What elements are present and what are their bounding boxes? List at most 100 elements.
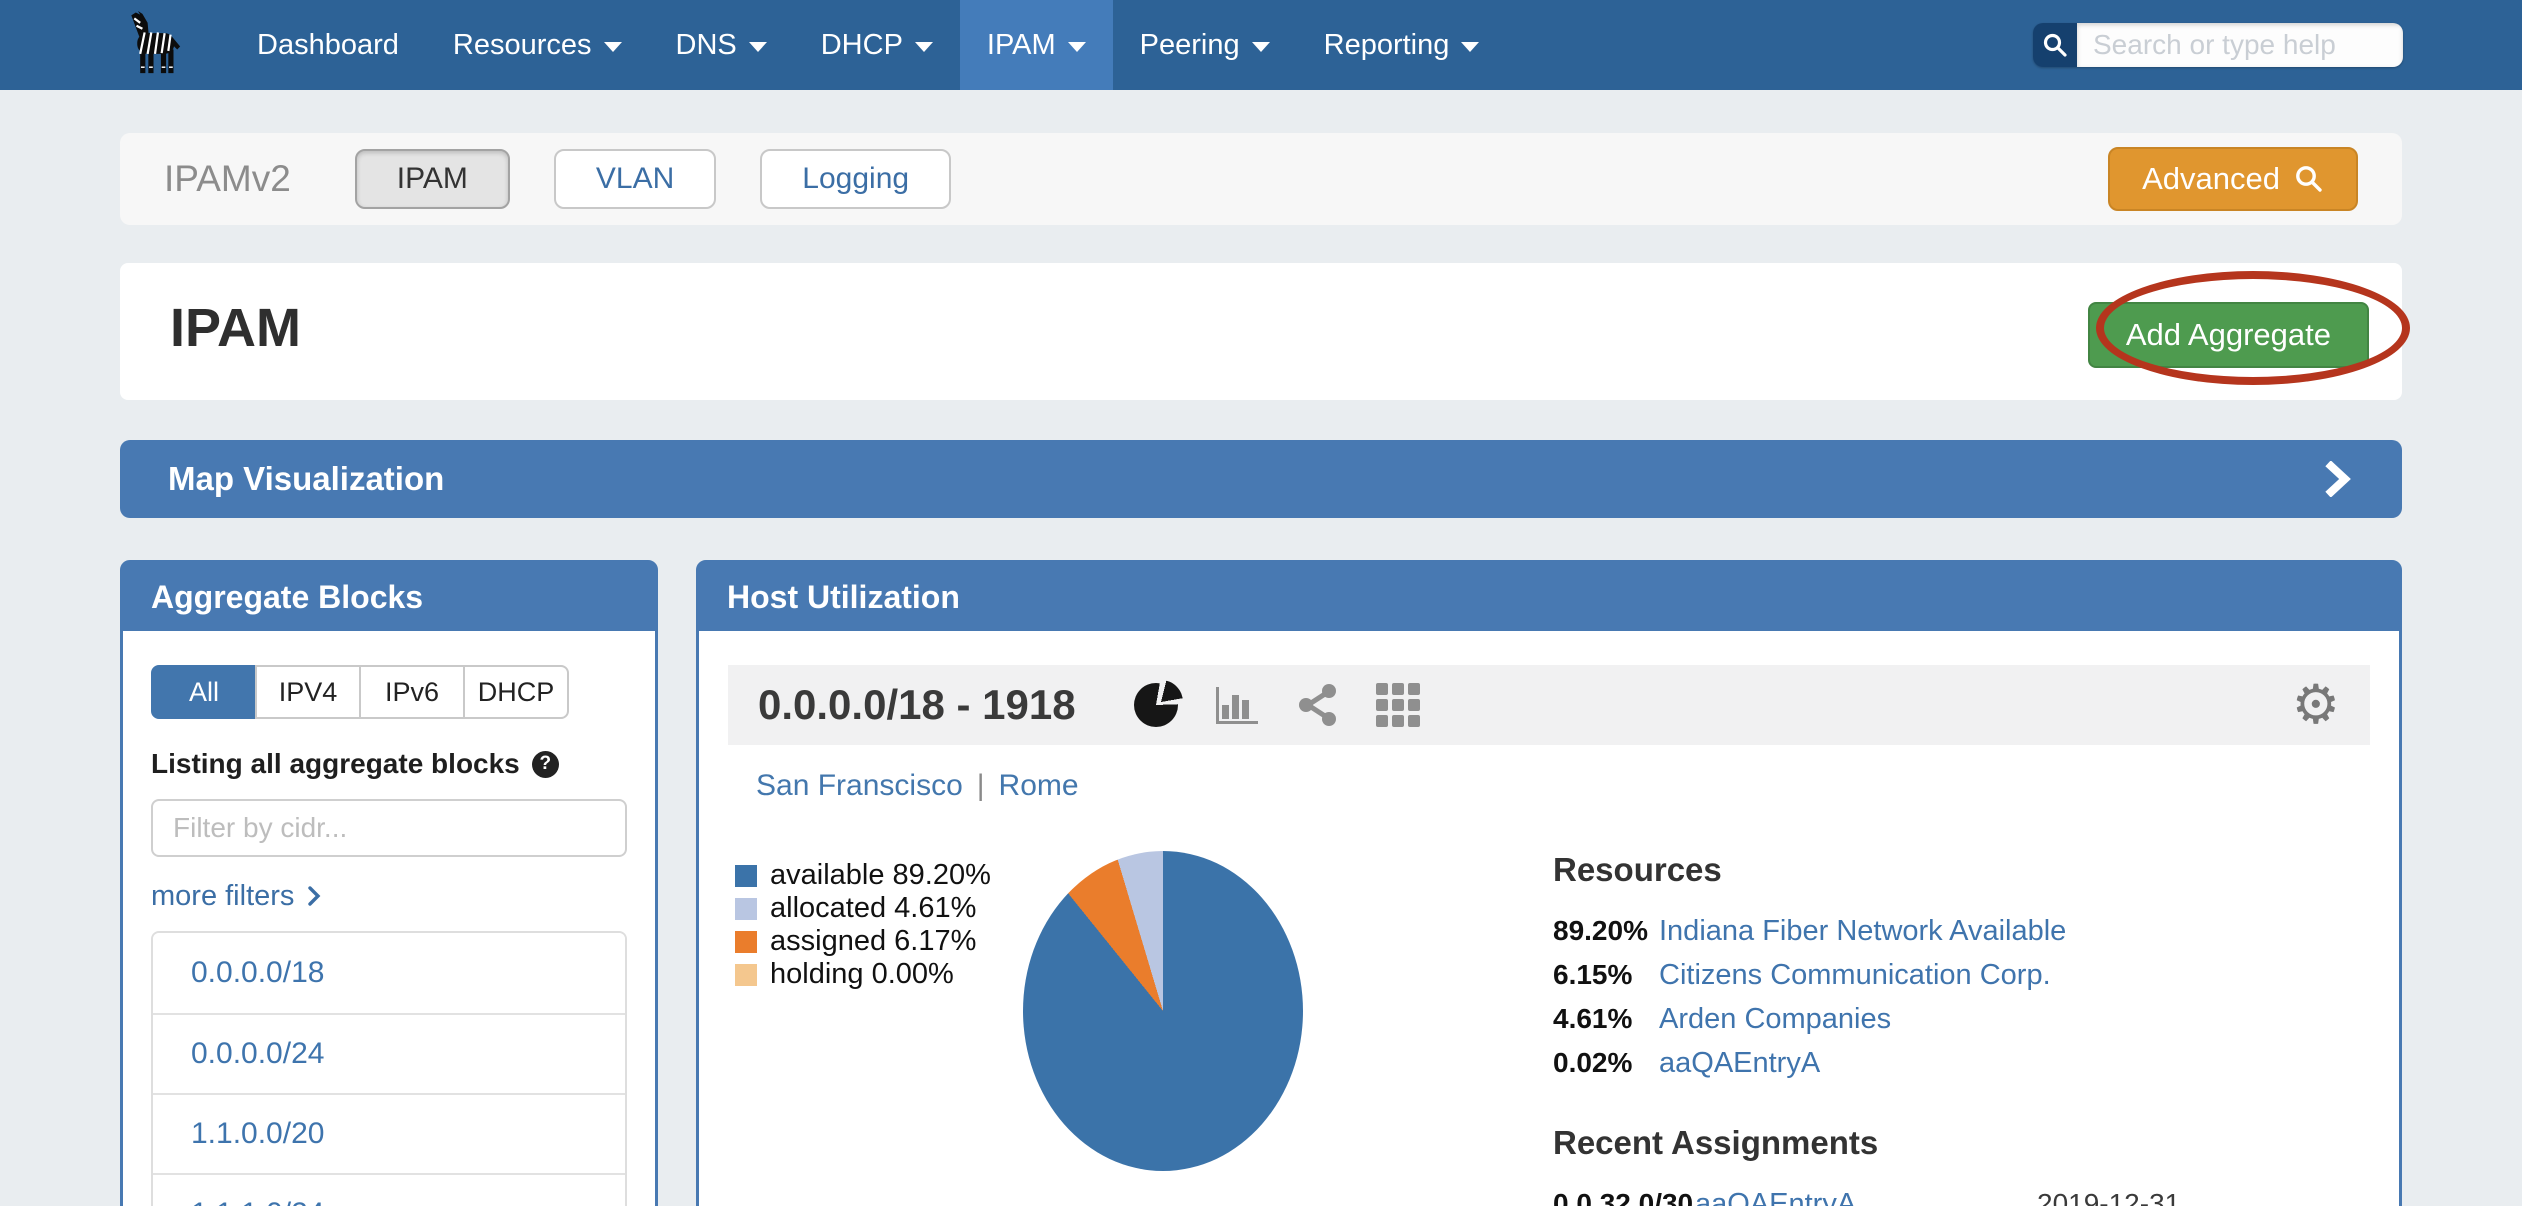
nav-item-label: IPAM bbox=[987, 29, 1056, 62]
resource-row: 4.61% Arden Companies bbox=[1553, 1003, 2363, 1036]
view-switch-icons bbox=[1134, 683, 1420, 727]
aggregate-block-item[interactable]: 1.1.1.0/24 bbox=[153, 1173, 625, 1206]
nav-item-label: Dashboard bbox=[257, 29, 399, 62]
nav-item-dns[interactable]: DNS bbox=[649, 0, 794, 90]
aggregate-blocks-panel: Aggregate Blocks All IPV4 IPv6 DHCP List… bbox=[120, 560, 658, 1206]
pie-legend: available 89.20%allocated 4.61%assigned … bbox=[735, 859, 991, 991]
nav-item-label: DNS bbox=[676, 29, 737, 62]
ipam-header-card: IPAM Add Aggregate bbox=[120, 263, 2402, 400]
legend-label: available 89.20% bbox=[770, 859, 991, 892]
more-filters-link[interactable]: more filters bbox=[151, 879, 627, 913]
add-aggregate-button[interactable]: Add Aggregate bbox=[2088, 302, 2369, 368]
resources-title: Resources bbox=[1553, 851, 2363, 889]
listing-label-row: Listing all aggregate blocks ? bbox=[151, 747, 627, 781]
pie-icon-wedge bbox=[1139, 680, 1183, 724]
tab-ipv6[interactable]: IPv6 bbox=[359, 665, 465, 719]
tab-all[interactable]: All bbox=[151, 665, 257, 719]
caret-down-icon bbox=[749, 42, 767, 52]
resource-link[interactable]: Indiana Fiber Network Available bbox=[1659, 915, 2066, 948]
nav-item-label: Reporting bbox=[1324, 29, 1450, 62]
zebra-logo-icon[interactable] bbox=[116, 6, 194, 84]
page-title: IPAM bbox=[170, 297, 301, 359]
nav-item-resources[interactable]: Resources bbox=[426, 0, 649, 90]
listing-label: Listing all aggregate blocks bbox=[151, 748, 520, 780]
host-utilization-panel: Host Utilization 0.0.0.0/18 - 1918 bbox=[696, 560, 2402, 1206]
host-utilization-title: Host Utilization bbox=[727, 579, 960, 616]
aggregate-block-list: 0.0.0.0/18 0.0.0.0/24 1.1.0.0/20 1.1.1.0… bbox=[151, 931, 627, 1206]
aggregate-block-item[interactable]: 1.1.0.0/20 bbox=[153, 1093, 625, 1173]
legend-item: assigned 6.17% bbox=[735, 925, 991, 958]
aggregate-blocks-title: Aggregate Blocks bbox=[151, 579, 423, 616]
nav-item-reporting[interactable]: Reporting bbox=[1297, 0, 1507, 90]
assignment-cidr: 0.0.32.0/30 bbox=[1553, 1188, 1695, 1206]
toolbar-title: IPAMv2 bbox=[164, 158, 291, 200]
aggregate-blocks-body: All IPV4 IPv6 DHCP Listing all aggregate… bbox=[123, 665, 655, 1206]
resources-rows: 89.20% Indiana Fiber Network Available 6… bbox=[1553, 915, 2363, 1080]
recent-assignments-rows: 0.0.32.0/30 aaQAEntryA 2019-12-31 0.0.8.… bbox=[1553, 1188, 2363, 1206]
subnet-title: 0.0.0.0/18 - 1918 bbox=[758, 681, 1076, 729]
more-filters-label: more filters bbox=[151, 880, 294, 913]
location-links: San Franscisco | Rome bbox=[756, 769, 2399, 803]
resource-row: 0.02% aaQAEntryA bbox=[1553, 1047, 2363, 1080]
toolbar-tab-logging[interactable]: Logging bbox=[760, 149, 951, 209]
nav-item-dhcp[interactable]: DHCP bbox=[794, 0, 960, 90]
legend-swatch bbox=[735, 898, 757, 920]
grid-view-icon[interactable] bbox=[1376, 683, 1420, 727]
caret-down-icon bbox=[1068, 42, 1086, 52]
subnet-title-bar: 0.0.0.0/18 - 1918 bbox=[728, 665, 2370, 745]
resource-row: 89.20% Indiana Fiber Network Available bbox=[1553, 915, 2363, 948]
map-visualization-bar[interactable]: Map Visualization bbox=[120, 440, 2402, 518]
map-visualization-label: Map Visualization bbox=[168, 460, 444, 498]
utilization-details: Resources 89.20% Indiana Fiber Network A… bbox=[1553, 851, 2363, 1206]
ipamv2-toolbar: IPAMv2 IPAM VLAN Logging Advanced bbox=[120, 133, 2402, 225]
resource-link[interactable]: aaQAEntryA bbox=[1659, 1047, 1820, 1080]
advanced-search-button[interactable]: Advanced bbox=[2108, 147, 2358, 211]
resource-row: 6.15% Citizens Communication Corp. bbox=[1553, 959, 2363, 992]
assignment-link[interactable]: aaQAEntryA bbox=[1695, 1188, 2037, 1206]
caret-down-icon bbox=[604, 42, 622, 52]
legend-label: allocated 4.61% bbox=[770, 892, 976, 925]
nav-item-dashboard[interactable]: Dashboard bbox=[230, 0, 426, 90]
help-question-icon[interactable]: ? bbox=[532, 751, 559, 778]
global-search bbox=[2033, 23, 2403, 67]
resource-pct: 89.20% bbox=[1553, 915, 1659, 947]
resource-link[interactable]: Citizens Communication Corp. bbox=[1659, 959, 2051, 992]
aggregate-block-item[interactable]: 0.0.0.0/18 bbox=[153, 933, 625, 1013]
location-link-san-franscisco[interactable]: San Franscisco bbox=[756, 769, 963, 803]
aggregate-block-item[interactable]: 0.0.0.0/24 bbox=[153, 1013, 625, 1093]
nav-item-ipam[interactable]: IPAM bbox=[960, 0, 1113, 90]
legend-swatch bbox=[735, 931, 757, 953]
aggregate-blocks-header: Aggregate Blocks bbox=[123, 563, 655, 631]
chevron-right-icon[interactable] bbox=[2324, 461, 2354, 497]
tab-dhcp[interactable]: DHCP bbox=[463, 665, 569, 719]
location-link-rome[interactable]: Rome bbox=[999, 769, 1079, 803]
caret-down-icon bbox=[915, 42, 933, 52]
toolbar-tab-ipam[interactable]: IPAM bbox=[355, 149, 510, 209]
share-icon[interactable] bbox=[1296, 683, 1340, 727]
nav-item-label: DHCP bbox=[821, 29, 903, 62]
nav-item-peering[interactable]: Peering bbox=[1113, 0, 1297, 90]
toolbar-tab-vlan[interactable]: VLAN bbox=[554, 149, 716, 209]
app-viewport: Dashboard Resources DNS DHCP IPAM Peerin… bbox=[0, 0, 2522, 1206]
caret-down-icon bbox=[1461, 42, 1479, 52]
utilization-pie-chart bbox=[1023, 851, 1303, 1171]
recent-assignments-title: Recent Assignments bbox=[1553, 1124, 2363, 1162]
assignment-date: 2019-12-31 bbox=[2037, 1188, 2363, 1206]
search-input[interactable] bbox=[2077, 23, 2403, 67]
legend-item: allocated 4.61% bbox=[735, 892, 991, 925]
resource-pct: 4.61% bbox=[1553, 1003, 1659, 1035]
legend-item: available 89.20% bbox=[735, 859, 991, 892]
bar-chart-view-icon[interactable] bbox=[1214, 683, 1260, 727]
advanced-label: Advanced bbox=[2142, 161, 2280, 197]
top-nav: Dashboard Resources DNS DHCP IPAM Peerin… bbox=[0, 0, 2522, 90]
resource-link[interactable]: Arden Companies bbox=[1659, 1003, 1891, 1036]
legend-swatch bbox=[735, 865, 757, 887]
gear-icon[interactable]: ⚙ bbox=[2292, 678, 2340, 732]
tab-ipv4[interactable]: IPV4 bbox=[255, 665, 361, 719]
search-icon[interactable] bbox=[2033, 23, 2077, 67]
cidr-filter-input[interactable] bbox=[151, 799, 627, 857]
resource-pct: 0.02% bbox=[1553, 1047, 1659, 1079]
host-utilization-header: Host Utilization bbox=[699, 563, 2399, 631]
pie-chart-view-icon[interactable] bbox=[1134, 683, 1178, 727]
assignment-row: 0.0.32.0/30 aaQAEntryA 2019-12-31 bbox=[1553, 1188, 2363, 1206]
